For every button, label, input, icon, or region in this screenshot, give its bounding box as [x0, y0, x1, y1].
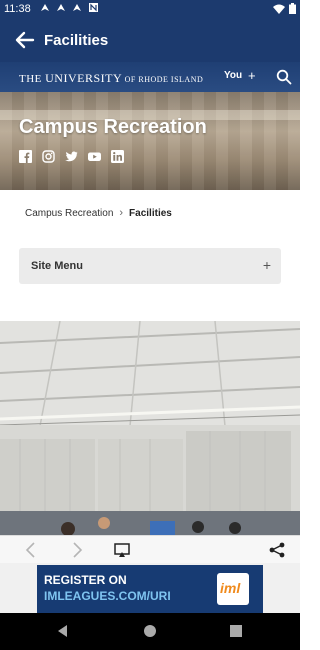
twitter-icon[interactable]: [65, 150, 78, 163]
browser-toolbar: [0, 535, 300, 564]
you-plus-icon[interactable]: +: [248, 68, 256, 83]
youtube-icon[interactable]: [88, 150, 101, 163]
breadcrumb: Campus Recreation › Facilities: [25, 207, 172, 219]
imleagues-logo-text: iml: [220, 580, 241, 596]
linkedin-icon[interactable]: [111, 150, 124, 163]
site-menu-label: Site Menu: [31, 260, 83, 272]
n-icon: [88, 3, 98, 12]
you-menu-button[interactable]: You: [224, 70, 242, 81]
chevron-right-icon[interactable]: [68, 541, 86, 559]
status-time: 11:38: [4, 3, 31, 15]
hero-banner: Campus Recreation: [0, 92, 300, 190]
site-menu-button[interactable]: Site Menu +: [19, 248, 281, 284]
hero-background: [0, 92, 300, 190]
nav-icon: [72, 3, 82, 12]
university-logo[interactable]: THE UNIVERSITY OF RHODE ISLAND: [19, 71, 203, 86]
back-triangle-icon[interactable]: [56, 624, 70, 638]
arrow-back-icon[interactable]: [14, 29, 36, 51]
wifi-icon: [273, 4, 285, 17]
home-circle-icon[interactable]: [143, 624, 157, 638]
social-links: [19, 150, 124, 163]
search-icon[interactable]: [276, 69, 292, 85]
system-nav-bar: [0, 613, 300, 650]
page-title: Facilities: [44, 32, 109, 49]
gym-photo: [0, 321, 300, 535]
instagram-icon[interactable]: [42, 150, 55, 163]
battery-icon: [289, 3, 296, 17]
nav-icon: [40, 3, 50, 12]
share-icon[interactable]: [268, 541, 286, 559]
notification-icons: [40, 3, 98, 12]
imleagues-ad-banner[interactable]: REGISTER ON IMLEAGUES.COM/URI iml: [37, 565, 263, 613]
logo-of: OF RHODE ISLAND: [122, 75, 204, 84]
expand-plus-icon: +: [262, 257, 271, 273]
logo-the: THE: [19, 73, 46, 85]
breadcrumb-parent-link[interactable]: Campus Recreation: [25, 208, 113, 219]
breadcrumb-current: Facilities: [129, 207, 172, 219]
imleagues-logo: iml: [217, 573, 249, 605]
university-header: THE UNIVERSITY OF RHODE ISLAND You +: [0, 62, 300, 92]
hero-title: Campus Recreation: [19, 116, 207, 138]
chevron-right-icon: ›: [119, 207, 124, 219]
ad-line1: REGISTER ON: [44, 573, 127, 587]
logo-university: UNIVERSITY: [45, 71, 123, 85]
chevron-left-icon[interactable]: [22, 541, 40, 559]
system-icons: [273, 3, 296, 17]
status-bar: 11:38: [0, 0, 300, 20]
nav-icon: [56, 3, 66, 12]
cast-icon[interactable]: [113, 541, 131, 559]
ad-line2: IMLEAGUES.COM/URI: [44, 589, 171, 603]
app-bar: Facilities: [0, 20, 300, 62]
facebook-icon[interactable]: [19, 150, 32, 163]
recents-square-icon[interactable]: [229, 624, 243, 638]
